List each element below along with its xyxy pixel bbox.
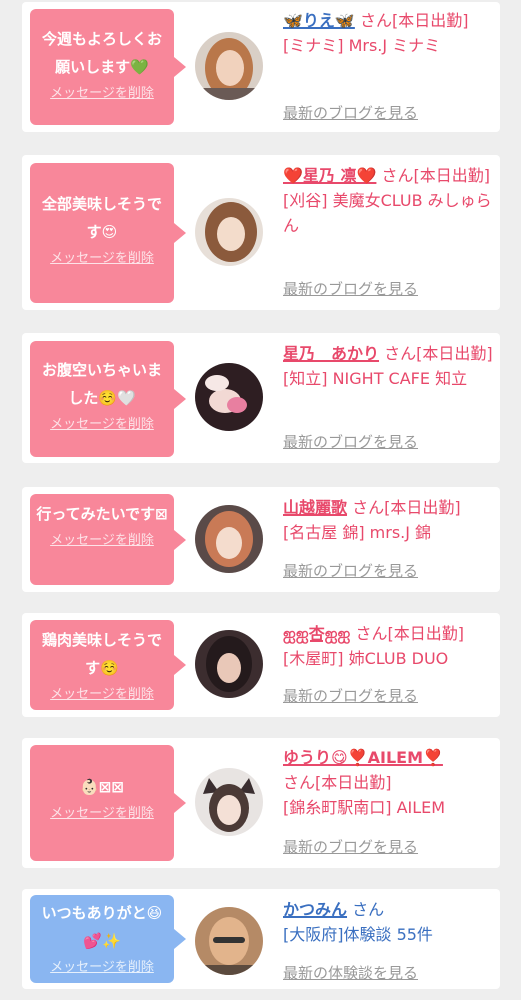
sender-info: ゆうり😋❣️AILEM❣️ さん[本日出勤] [錦糸町駅南口] AILEM — [283, 745, 495, 820]
page: { "items": [ { "message": "今週もよろしくお願いします… — [0, 0, 521, 1000]
message-bubble: いつもありがと😆💕✨ メッセージを削除 — [30, 895, 186, 983]
message-card: いつもありがと😆💕✨ メッセージを削除 かつみん さん [大阪府]体験談 55件… — [22, 889, 500, 989]
sender-name-link[interactable]: ゆうり😋❣️AILEM❣️ — [283, 748, 443, 767]
message-text: 鶏肉美味しそうです☺️ — [41, 631, 162, 677]
message-bubble: 鶏肉美味しそうです☺️ メッセージを削除 — [30, 620, 186, 710]
avatar[interactable] — [195, 907, 263, 975]
message-text: 全部美味しそうです😍 — [41, 195, 162, 241]
message-bubble: 全部美味しそうです😍 メッセージを削除 — [30, 163, 186, 303]
delete-message-link[interactable]: メッセージを削除 — [50, 805, 154, 823]
message-text: お腹空いちゃいました☺️🤍 — [41, 361, 162, 407]
latest-blog-link[interactable]: 最新のブログを見る — [283, 561, 418, 581]
woman-photo-icon — [195, 505, 263, 573]
avatar[interactable] — [195, 363, 263, 431]
shop-name: [ミナミ] Mrs.J ミナミ — [283, 36, 441, 55]
latest-blog-link[interactable]: 最新のブログを見る — [283, 837, 418, 857]
message-text: 👶🏻⊠⊠ — [80, 778, 124, 796]
avatar[interactable] — [195, 198, 263, 266]
shop-name: [知立] NIGHT CAFE 知立 — [283, 369, 468, 388]
honorific: さん — [355, 624, 388, 643]
sender-name-link[interactable]: かつみん — [283, 900, 347, 919]
message-card: 👶🏻⊠⊠ メッセージを削除 ゆうり😋❣️AILEM❣️ さん[本日出勤] [錦糸… — [22, 738, 500, 868]
avatar[interactable] — [195, 505, 263, 573]
avatar[interactable] — [195, 32, 263, 100]
hands-photo-icon — [195, 363, 263, 431]
delete-message-link[interactable]: メッセージを削除 — [50, 686, 154, 704]
shop-name: [大阪府]体験談 55件 — [283, 925, 433, 944]
message-card: 全部美味しそうです😍 メッセージを削除 ❤️星乃 凛❤️ さん[本日出勤] [刈… — [22, 155, 500, 310]
sender-info: 山越麗歌 さん[本日出勤] [名古屋 錦] mrs.J 錦 — [283, 495, 495, 545]
avatar[interactable] — [195, 768, 263, 836]
man-photo-icon — [195, 907, 263, 975]
delete-message-link[interactable]: メッセージを削除 — [50, 959, 154, 977]
sender-name-link[interactable]: 山越麗歌 — [283, 498, 347, 517]
honorific: さん — [352, 498, 385, 517]
honorific: さん — [352, 900, 385, 919]
attendance-status: [本日出勤] — [391, 11, 469, 30]
latest-blog-link[interactable]: 最新のブログを見る — [283, 103, 418, 123]
latest-blog-link[interactable]: 最新のブログを見る — [283, 279, 418, 299]
shop-name: [木屋町] 姉CLUB DUO — [283, 649, 449, 668]
sender-name-link[interactable]: ஐஐ杏ஐஐ — [283, 624, 350, 643]
message-bubble: お腹空いちゃいました☺️🤍 メッセージを削除 — [30, 341, 186, 457]
sender-info: かつみん さん [大阪府]体験談 55件 — [283, 897, 495, 947]
attendance-status: [本日出勤] — [384, 498, 461, 517]
honorific: さん — [381, 166, 414, 185]
shop-name: [刈谷] 美魔女CLUB みしゅらん — [283, 191, 492, 235]
sender-info: ஐஐ杏ஐஐ さん[本日出勤] [木屋町] 姉CLUB DUO — [283, 621, 495, 671]
latest-blog-link[interactable]: 最新のブログを見る — [283, 686, 418, 706]
sender-name-link[interactable]: ❤️星乃 凛❤️ — [283, 166, 376, 185]
message-card: 今週もよろしくお願いします💚 メッセージを削除 🦋りえ🦋 さん[本日出勤] [ミ… — [22, 2, 500, 132]
woman-photo-icon — [195, 32, 263, 100]
message-bubble: 行ってみたいです⊠ メッセージを削除 — [30, 494, 186, 585]
message-text: 行ってみたいです⊠ — [36, 505, 168, 523]
delete-message-link[interactable]: メッセージを削除 — [50, 416, 154, 434]
delete-message-link[interactable]: メッセージを削除 — [50, 532, 154, 550]
shop-name: [錦糸町駅南口] AILEM — [283, 798, 446, 817]
message-text: 今週もよろしくお願いします💚 — [41, 30, 162, 76]
attendance-status: [本日出勤] — [413, 166, 491, 185]
woman-photo-icon — [195, 630, 263, 698]
honorific: さん — [384, 344, 417, 363]
message-card: 鶏肉美味しそうです☺️ メッセージを削除 ஐஐ杏ஐஐ さん[本日出勤] [木屋町… — [22, 613, 500, 717]
sender-name-link[interactable]: 星乃 あかり — [283, 344, 379, 363]
attendance-status: [本日出勤] — [387, 624, 465, 643]
sender-name-link[interactable]: 🦋りえ🦋 — [283, 11, 355, 30]
message-bubble: 今週もよろしくお願いします💚 メッセージを削除 — [30, 9, 186, 125]
attendance-status: [本日出勤] — [416, 344, 493, 363]
woman-photo-icon — [195, 198, 263, 266]
sender-info: 🦋りえ🦋 さん[本日出勤] [ミナミ] Mrs.J ミナミ — [283, 8, 495, 58]
message-bubble: 👶🏻⊠⊠ メッセージを削除 — [30, 745, 186, 861]
delete-message-link[interactable]: メッセージを削除 — [50, 85, 154, 103]
avatar[interactable] — [195, 630, 263, 698]
sender-info: ❤️星乃 凛❤️ さん[本日出勤] [刈谷] 美魔女CLUB みしゅらん — [283, 163, 495, 238]
latest-blog-link[interactable]: 最新のブログを見る — [283, 432, 418, 452]
honorific: さん — [359, 11, 392, 30]
message-text: いつもありがと😆💕✨ — [41, 904, 163, 950]
attendance-status: [本日出勤] — [315, 773, 392, 792]
latest-review-link[interactable]: 最新の体験談を見る — [283, 963, 418, 983]
honorific: さん — [283, 773, 316, 792]
delete-message-link[interactable]: メッセージを削除 — [50, 250, 154, 268]
message-card: お腹空いちゃいました☺️🤍 メッセージを削除 星乃 あかり さん[本日出勤] [… — [22, 333, 500, 463]
shop-name: [名古屋 錦] mrs.J 錦 — [283, 523, 432, 542]
sender-info: 星乃 あかり さん[本日出勤] [知立] NIGHT CAFE 知立 — [283, 341, 495, 391]
cat-ears-photo-icon — [195, 768, 263, 836]
message-card: 行ってみたいです⊠ メッセージを削除 山越麗歌 さん[本日出勤] [名古屋 錦]… — [22, 487, 500, 592]
